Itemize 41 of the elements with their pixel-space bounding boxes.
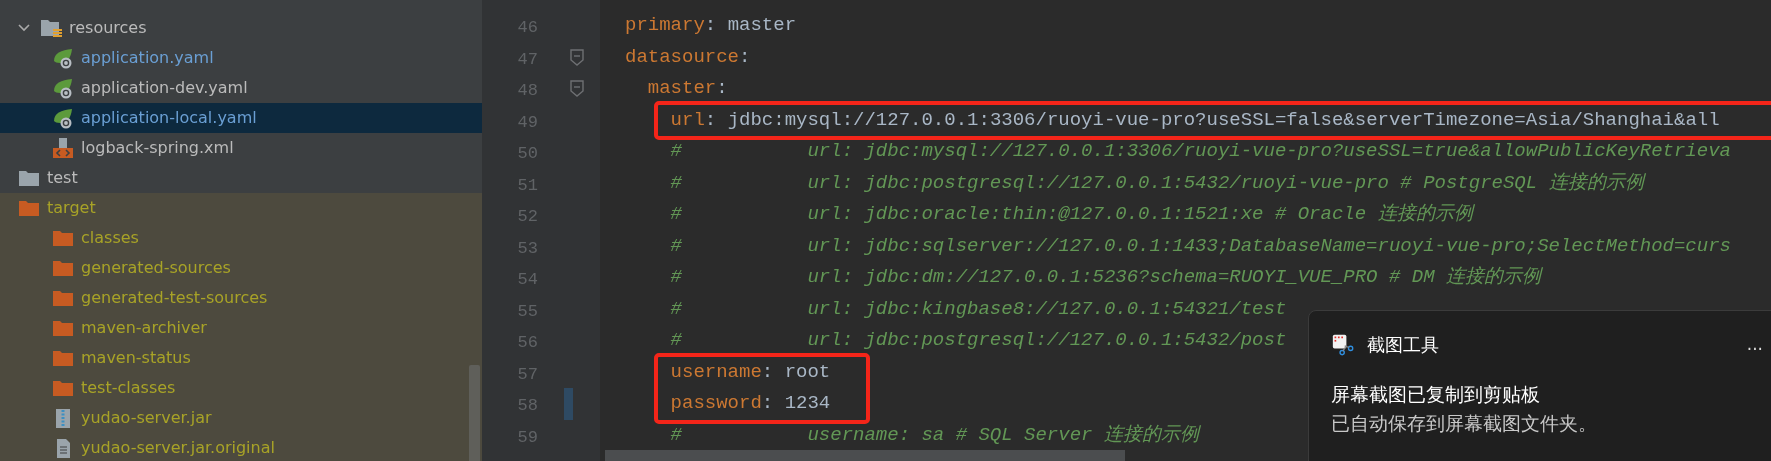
tree-item[interactable]: logback-spring.xml — [0, 133, 482, 163]
tree-item[interactable]: application.yaml — [0, 43, 482, 73]
code-line: # url: jdbc:kingbase8://127.0.0.1:54321/test — [669, 296, 1287, 322]
scissors-icon — [1331, 333, 1355, 356]
code-line: # username: sa # SQL Server 连接的示例 — [669, 422, 1199, 448]
tree-item[interactable]: application-local.yaml — [0, 103, 482, 133]
tree-item[interactable]: maven-status — [0, 343, 482, 373]
code-line: # url: jdbc:dm://127.0.0.1:5236?schema=RUOYI_VUE_PRO # DM 连接的示例 — [669, 265, 1541, 290]
code-line: # url: jdbc:oracle:thin:@127.0.0.1:1521:xe # Oracle 连接的示例 — [669, 202, 1473, 227]
code-line: # url: jdbc:postgresql://127.0.0.1:5432/ruoyi-vue-pro # PostgreSQL 连接的示例 — [669, 170, 1644, 196]
tree-item[interactable]: application-dev.yaml — [0, 73, 482, 103]
more-button[interactable]: ... — [1742, 336, 1767, 353]
leaf-gear-icon — [51, 107, 75, 129]
code-line: url: jdbc:mysql://127.0.0.1:3306/ruoyi-vue-pro?useSSL=false&serverTimezone=Asia/Shanghai&all — [669, 107, 1720, 133]
scrollbar[interactable] — [605, 450, 1125, 461]
notification-title: 屏幕截图已复制到剪贴板 — [1331, 382, 1541, 407]
tree-item[interactable]: maven-archiver — [0, 313, 482, 343]
code-line: password: 1234 — [669, 391, 831, 416]
code-line: # url: jdbc:mysql://127.0.0.1:3306/ruoyi-vue-pro?useSSL=true&allowPublicKeyRetrieva — [669, 139, 1731, 164]
code-line: # url: jdbc:sqlserver://127.0.0.1:1433;DatabaseName=ruoyi-vue-pro;SelectMethod=curs — [669, 233, 1731, 259]
tree-item[interactable]: generated-sources — [0, 253, 482, 283]
code-line: master: — [646, 76, 728, 101]
tree-item[interactable]: generated-test-sources — [0, 283, 482, 313]
leaf-gear-icon — [51, 77, 75, 99]
leaf-gear-icon — [51, 47, 75, 69]
tree-item[interactable]: yudao-server.jar.original — [0, 433, 482, 461]
code-line: username: root — [669, 359, 831, 385]
tree-item[interactable]: target — [0, 193, 482, 223]
tree-item[interactable]: yudao-server.jar — [0, 403, 482, 433]
code-line: primary: master — [624, 13, 797, 38]
app-name: 截图工具 — [1367, 333, 1439, 357]
tree-item[interactable]: test — [0, 163, 482, 193]
scrollbar[interactable] — [469, 365, 480, 461]
notification-message: 已自动保存到屏幕截图文件夹。 — [1331, 410, 1598, 436]
code-line: datasource: — [624, 44, 751, 70]
code-line: # url: jdbc:postgresql://127.0.0.1:5432/post — [669, 328, 1287, 353]
tree-item[interactable]: resources — [0, 13, 482, 43]
tree-item[interactable]: test-classes — [0, 373, 482, 403]
folder-icon — [39, 17, 63, 39]
xml-file-icon — [51, 137, 75, 159]
tree-item[interactable]: classes — [0, 223, 482, 253]
